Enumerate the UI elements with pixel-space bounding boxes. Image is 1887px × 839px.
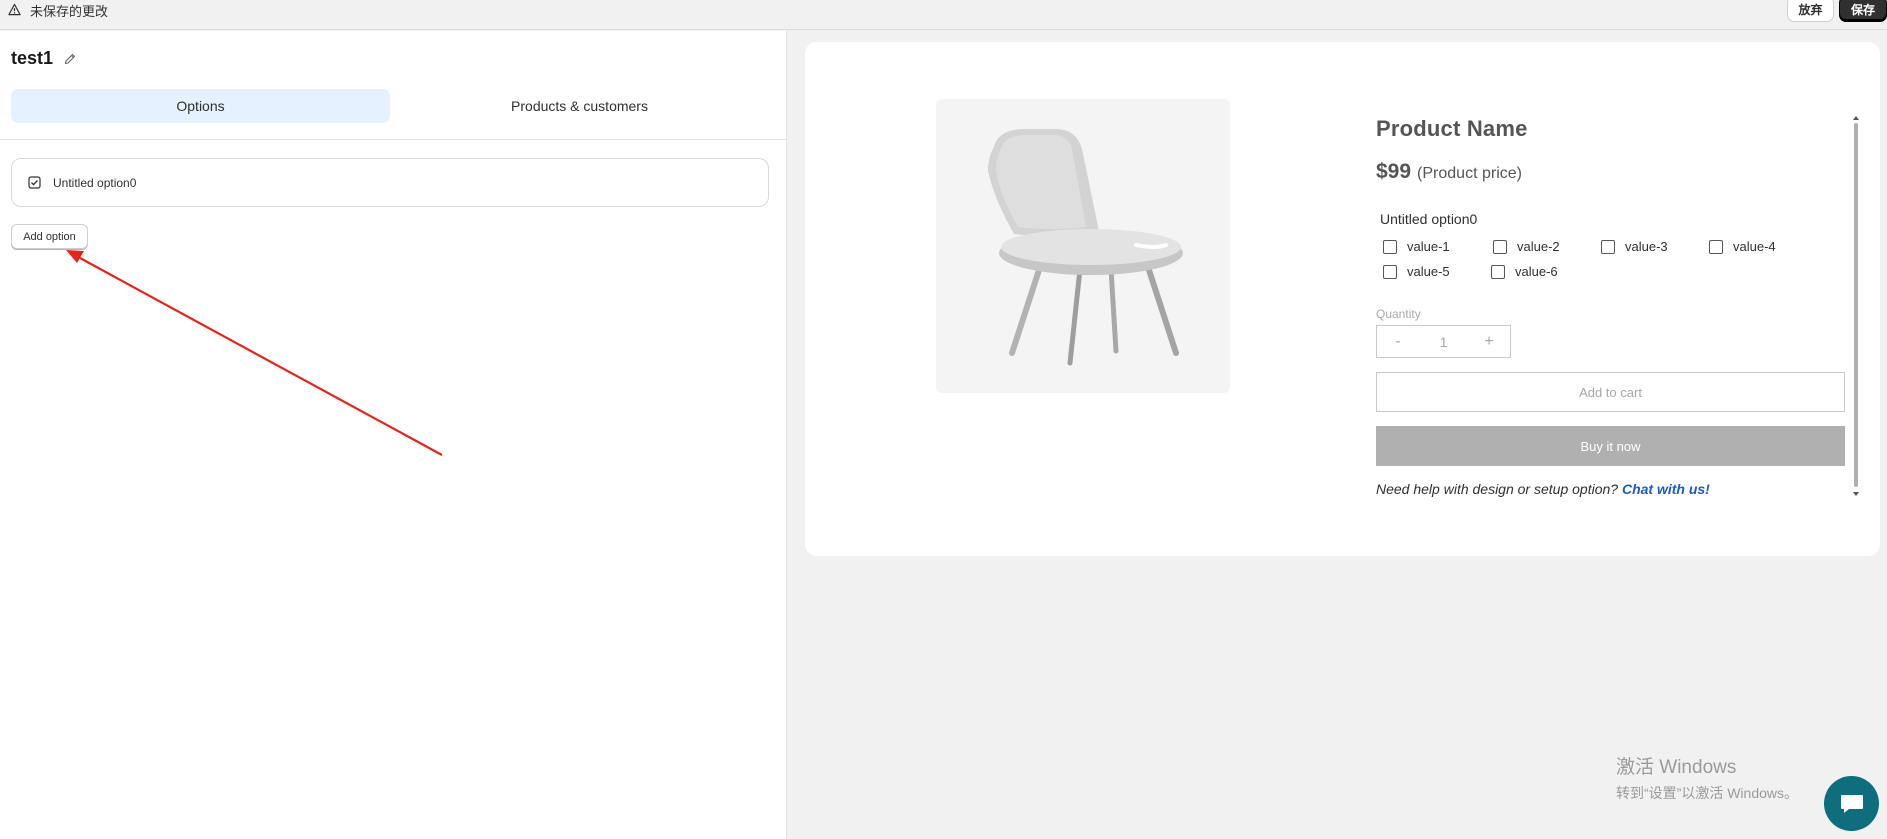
checkbox[interactable] (1493, 239, 1507, 254)
value-checkbox[interactable]: value-4 (1709, 239, 1776, 254)
value-label: value-6 (1515, 264, 1558, 279)
title-row: test1 (11, 48, 77, 69)
price-row: $99 (Product price) (1376, 160, 1522, 184)
quantity-minus-button[interactable]: - (1377, 333, 1419, 351)
quantity-input[interactable]: 1 (1419, 334, 1468, 350)
product-price: $99 (1376, 160, 1412, 183)
checkbox[interactable] (1709, 239, 1723, 254)
warning-icon (8, 3, 21, 19)
chat-icon (1840, 794, 1863, 813)
value-label: value-2 (1517, 239, 1560, 254)
editor-tabs: Options Products & customers (11, 89, 769, 123)
option-label: Untitled option0 (53, 175, 137, 190)
quantity-label: Quantity (1376, 307, 1421, 321)
checkbox[interactable] (1383, 239, 1397, 254)
value-label: value-4 (1733, 239, 1776, 254)
page-title: test1 (11, 48, 54, 68)
scroll-down-icon[interactable] (1852, 491, 1860, 497)
value-checkbox[interactable]: value-6 (1491, 264, 1558, 279)
quantity-plus-button[interactable]: + (1468, 333, 1510, 351)
scroll-up-icon[interactable] (1852, 115, 1860, 121)
buy-now-button[interactable]: Buy it now (1376, 426, 1845, 466)
checkbox[interactable] (1491, 264, 1505, 279)
value-label: value-1 (1407, 239, 1450, 254)
annotation-arrow (66, 250, 443, 456)
add-to-cart-button[interactable]: Add to cart (1376, 372, 1845, 412)
chat-bubble-button[interactable] (1824, 776, 1879, 831)
option-group-label: Untitled option0 (1380, 211, 1478, 227)
unsaved-changes-bar: 未保存的更改 放弃 保存 (0, 0, 1887, 30)
value-checkbox[interactable]: value-2 (1493, 239, 1560, 254)
value-checkbox[interactable]: value-1 (1383, 239, 1450, 254)
scrollbar-thumb[interactable] (1854, 123, 1858, 487)
value-checkbox[interactable]: value-3 (1601, 239, 1668, 254)
preview-scrollbar[interactable] (1852, 115, 1860, 497)
unsaved-warning: 未保存的更改 (8, 1, 108, 20)
edit-pencil-icon[interactable] (63, 52, 77, 66)
help-text: Need help with design or setup option? C… (1376, 481, 1710, 497)
watermark-line1: 激活 Windows (1616, 757, 1737, 778)
save-button[interactable]: 保存 (1839, 0, 1887, 22)
option-item[interactable]: Untitled option0 (11, 158, 769, 207)
watermark-line2: 转到“设置”以激活 Windows。 (1616, 785, 1799, 801)
divider (0, 139, 787, 140)
tab-products-customers[interactable]: Products & customers (390, 89, 769, 123)
tab-options[interactable]: Options (11, 89, 390, 123)
chat-link[interactable]: Chat with us! (1622, 481, 1710, 497)
product-image (936, 99, 1230, 393)
checkbox[interactable] (1601, 239, 1615, 254)
price-note: (Product price) (1417, 165, 1522, 182)
value-label: value-5 (1407, 264, 1450, 279)
product-name: Product Name (1376, 116, 1528, 141)
checkbox-icon (28, 176, 41, 189)
value-checkbox[interactable]: value-5 (1383, 264, 1450, 279)
checkbox[interactable] (1383, 264, 1397, 279)
value-label: value-3 (1625, 239, 1668, 254)
chair-icon (988, 129, 1183, 366)
product-preview: Product Name $99 (Product price) Untitle… (805, 42, 1880, 556)
quantity-stepper: - 1 + (1376, 325, 1511, 358)
help-message: Need help with design or setup option? (1376, 481, 1619, 497)
add-option-button[interactable]: Add option (11, 224, 88, 249)
unsaved-text: 未保存的更改 (30, 4, 109, 19)
editor-panel: test1 Options Products & customers Untit… (0, 31, 787, 839)
windows-watermark: 激活 Windows 转到“设置”以激活 Windows。 (1616, 752, 1798, 803)
discard-button[interactable]: 放弃 (1787, 0, 1834, 22)
